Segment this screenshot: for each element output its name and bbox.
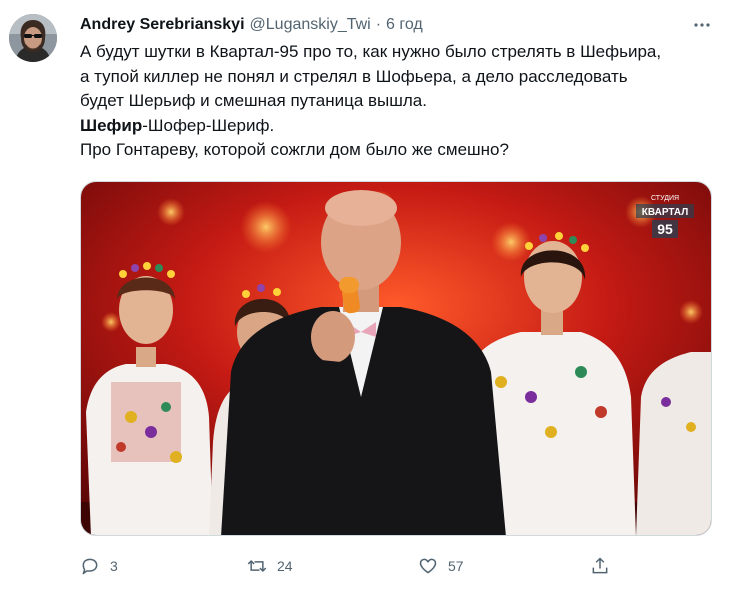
tweet-text-fragment: -Шофер-Шериф.: [142, 115, 275, 135]
timestamp[interactable]: 6 год: [386, 16, 423, 34]
tweet-header: Andrey Serebrianskyi @Luganskiy_Twi · 6 …: [80, 13, 720, 37]
action-bar: 3 24 57: [72, 548, 652, 584]
reply-button[interactable]: 3: [72, 548, 118, 584]
retweet-button[interactable]: 24: [239, 548, 293, 584]
tweet-text-line: Про Гонтареву, которой сожгли дом было ж…: [80, 140, 509, 159]
tweet-media-image[interactable]: СТУДИЯ КВАРТАЛ 95: [80, 181, 712, 536]
tweet-text-line: А будут шутки в Квартал-95 про то, как н…: [80, 42, 662, 61]
share-button[interactable]: [582, 548, 618, 584]
tweet-text-line: Шефир-Шофер-Шериф.: [80, 114, 720, 139]
share-icon: [582, 548, 618, 584]
reply-count: 3: [110, 558, 118, 574]
tweet-text-line: будет Шерьиф и смешная путаница вышла.: [80, 91, 427, 110]
tweet-text: А будут шутки в Квартал-95 про то, как н…: [80, 40, 720, 163]
reply-icon: [72, 548, 108, 584]
avatar-image: [9, 14, 57, 62]
retweet-icon: [239, 548, 275, 584]
author-handle[interactable]: @Luganskiy_Twi: [250, 16, 371, 34]
logo-studio-text: СТУДИЯ: [651, 195, 679, 202]
bold-word: Шефир: [80, 115, 143, 135]
like-count: 57: [448, 558, 464, 574]
stage-photo: СТУДИЯ КВАРТАЛ 95: [81, 182, 711, 535]
logo-kvartal-text: КВАРТАЛ: [642, 207, 688, 218]
dancer-far-right: [636, 352, 711, 535]
like-button[interactable]: 57: [410, 548, 464, 584]
retweet-count: 24: [277, 558, 293, 574]
more-icon[interactable]: [688, 11, 716, 39]
avatar[interactable]: [9, 14, 57, 62]
separator-dot: ·: [375, 16, 382, 33]
like-icon: [410, 548, 446, 584]
tweet[interactable]: Andrey Serebrianskyi @Luganskiy_Twi · 6 …: [0, 0, 736, 595]
logo-number-text: 95: [657, 221, 673, 237]
tweet-text-line: а тупой киллер не понял и стрелял в Шофь…: [80, 66, 628, 86]
author-name[interactable]: Andrey Serebrianskyi: [80, 16, 245, 34]
